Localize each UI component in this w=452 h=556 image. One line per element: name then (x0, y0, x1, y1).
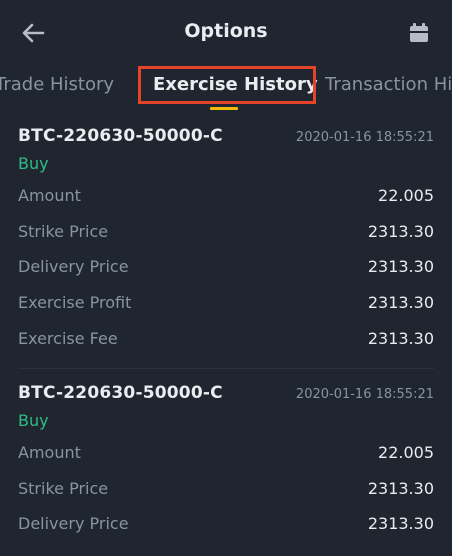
record-timestamp: 2020-01-16 18:55:21 (295, 386, 434, 402)
row-value: 2313.30 (367, 478, 434, 498)
side-label: Buy (18, 154, 49, 173)
row-value: 2313.30 (367, 514, 434, 534)
detail-row-strike-price: Strike Price 2313.30 (18, 471, 434, 507)
row-value: 22.005 (378, 443, 434, 463)
row-value: 2313.30 (367, 293, 434, 313)
tab-trade-history[interactable]: Trade History (0, 74, 114, 95)
row-label: Exercise Fee (18, 328, 118, 348)
exercise-history-list: BTC-220630-50000-C 2020-01-16 18:55:21 B… (0, 118, 452, 542)
row-value: 2313.30 (367, 328, 434, 348)
active-tab-indicator (210, 107, 238, 110)
row-label: Strike Price (18, 478, 109, 498)
detail-row-exercise-fee: Exercise Fee 2313.30 (18, 320, 434, 356)
row-label: Delivery Price (18, 257, 129, 277)
detail-row-amount: Amount 22.005 (18, 435, 434, 471)
app-header: Options (0, 0, 452, 66)
contract-symbol: BTC-220630-50000-C (18, 382, 223, 403)
row-value: 22.005 (378, 186, 434, 206)
detail-row-strike-price: Strike Price 2313.30 (18, 214, 434, 250)
tab-exercise-history[interactable]: Exercise History (153, 74, 318, 95)
row-label: Amount (18, 443, 81, 463)
row-value: 2313.30 (367, 221, 434, 241)
row-label: Strike Price (18, 221, 109, 241)
tab-transaction-history[interactable]: Transaction Hi (325, 74, 452, 95)
list-item[interactable]: BTC-220630-50000-C 2020-01-16 18:55:21 B… (18, 118, 434, 356)
contract-symbol: BTC-220630-50000-C (18, 126, 223, 146)
calendar-button[interactable] (404, 18, 434, 48)
detail-row-delivery-price: Delivery Price 2313.30 (18, 249, 434, 285)
list-item[interactable]: BTC-220630-50000-C 2020-01-16 18:55:21 B… (18, 367, 434, 542)
history-tabs: Trade History Exercise History Transacti… (0, 62, 452, 110)
page-title: Options (184, 20, 268, 42)
row-value: 2313.30 (367, 257, 434, 277)
detail-row-amount: Amount 22.005 (18, 178, 434, 214)
detail-row-delivery-price: Delivery Price 2313.30 (18, 506, 434, 542)
calendar-icon (410, 23, 428, 42)
record-timestamp: 2020-01-16 18:55:21 (295, 130, 434, 145)
row-label: Delivery Price (18, 514, 129, 534)
row-label: Amount (18, 186, 81, 206)
row-label: Exercise Profit (18, 293, 132, 313)
detail-row-exercise-profit: Exercise Profit 2313.30 (18, 285, 434, 321)
side-label: Buy (18, 410, 49, 430)
